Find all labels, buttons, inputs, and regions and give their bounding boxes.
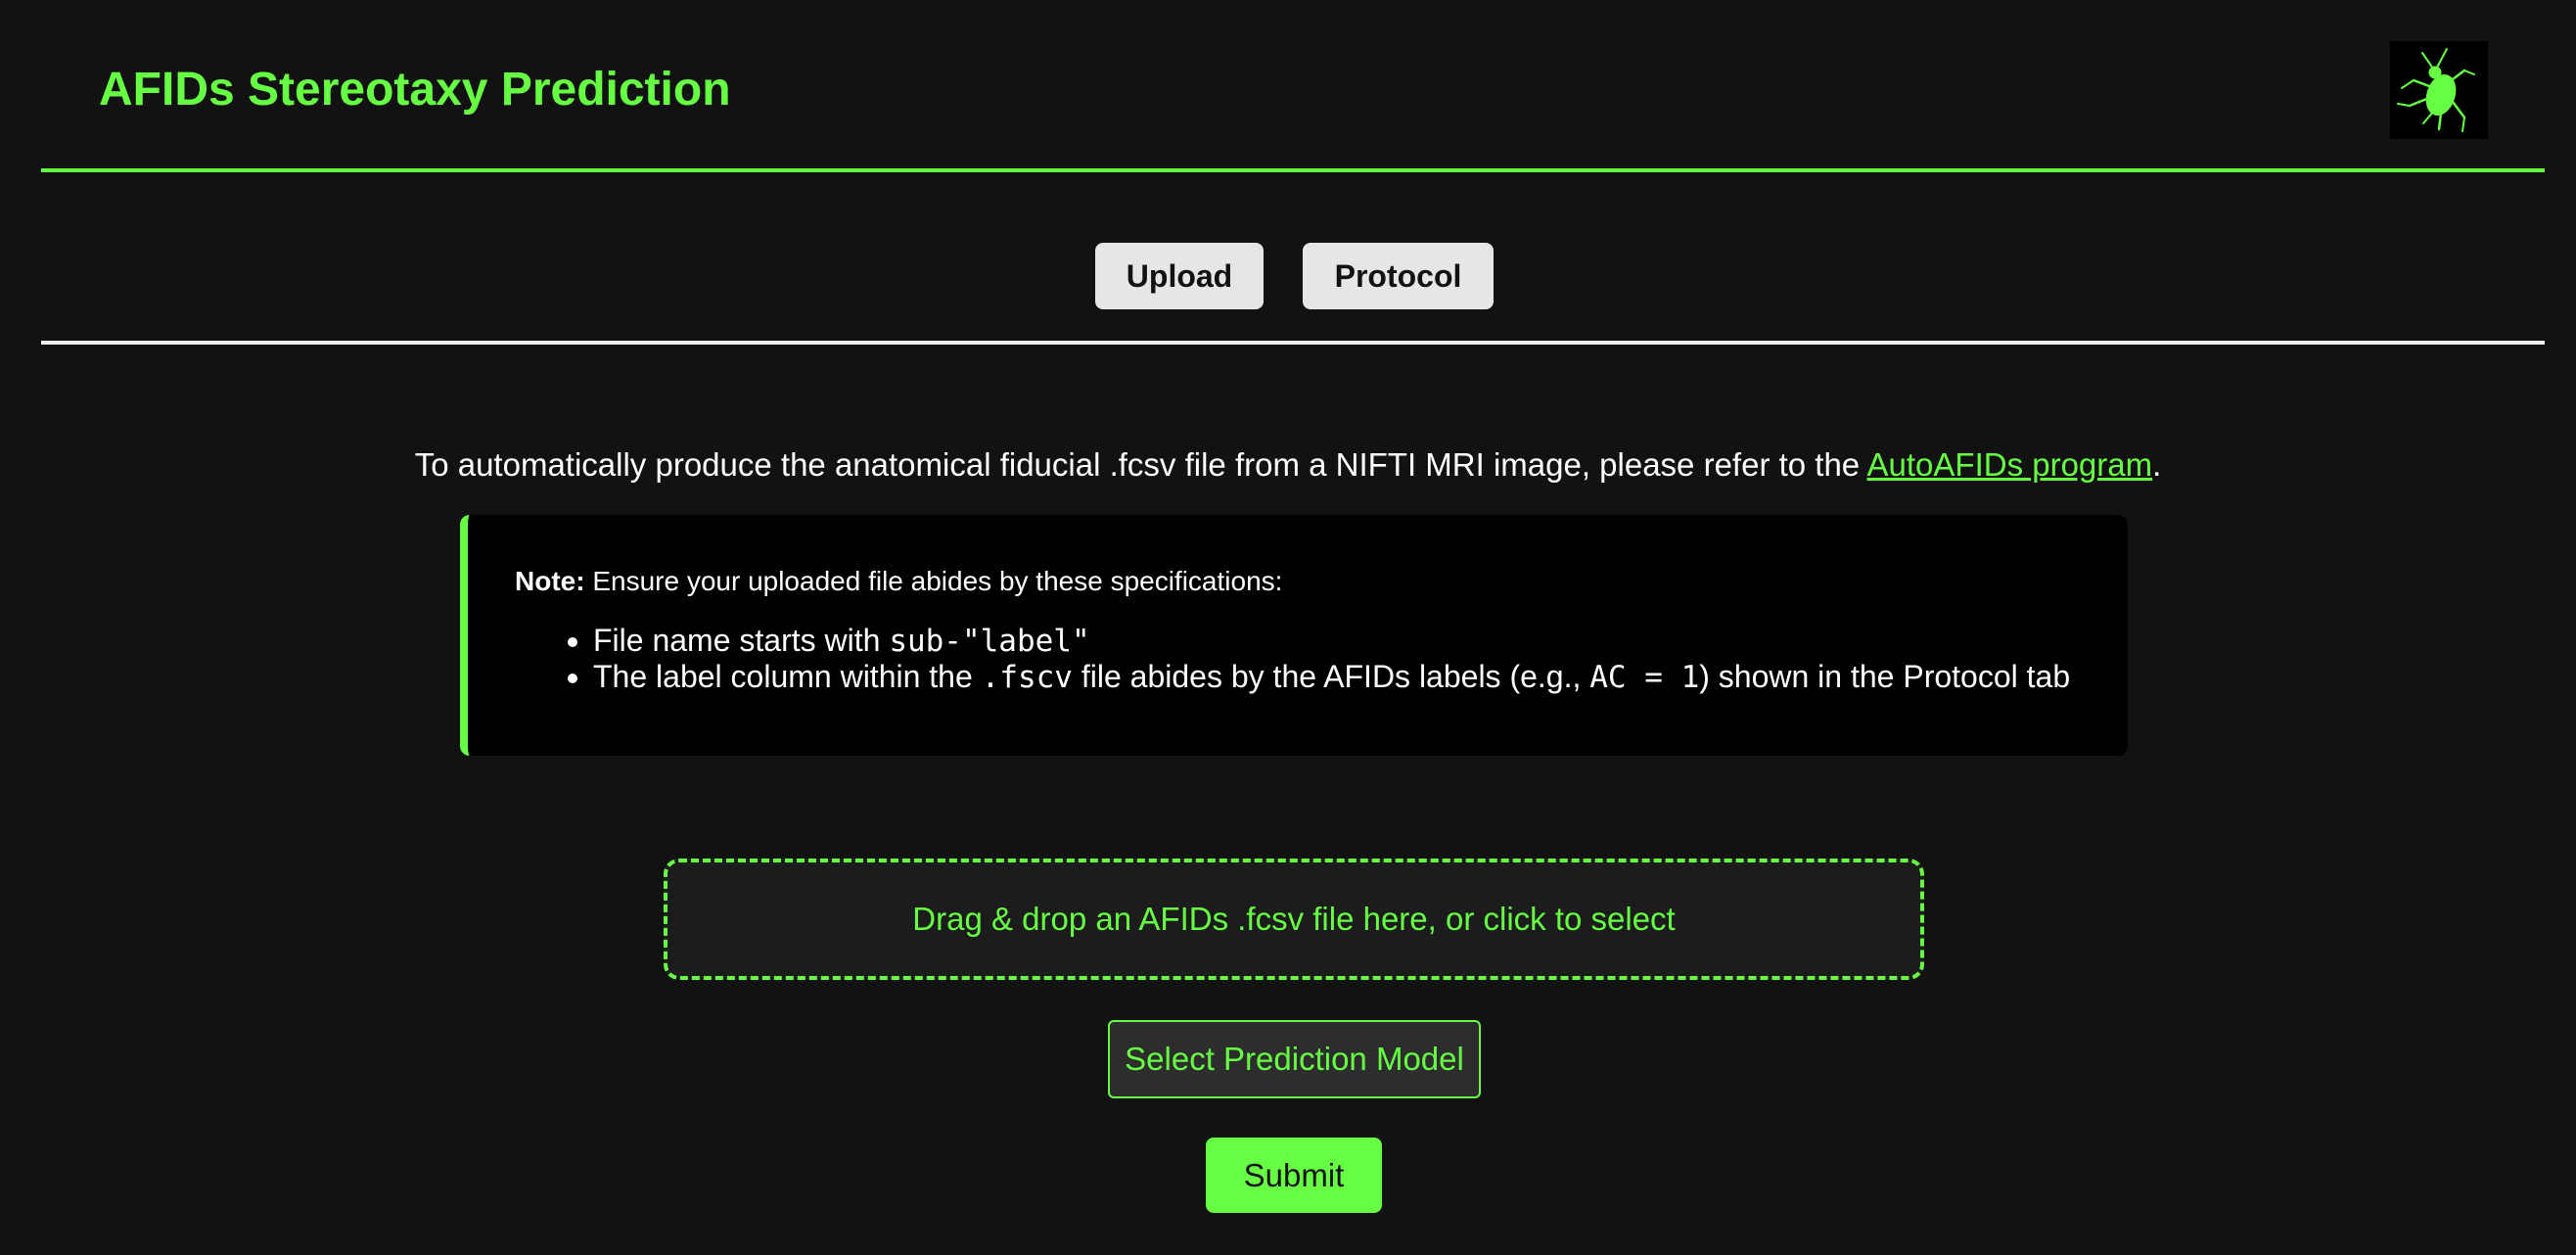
model-select-dropdown[interactable]: Select Prediction Model	[1108, 1020, 1481, 1098]
autoafids-link[interactable]: AutoAFIDs program	[1867, 446, 2153, 483]
spec-code: .fscv	[981, 660, 1073, 695]
tab-protocol[interactable]: Protocol	[1303, 243, 1494, 309]
insect-logo-icon	[2390, 41, 2488, 139]
note-heading: Note: Ensure your uploaded file abides b…	[515, 564, 1282, 599]
note-label: Note:	[515, 566, 585, 596]
spec-code: sub-"label"	[889, 624, 1090, 659]
spec-text: file abides by the AFIDs labels (e.g.,	[1072, 659, 1590, 694]
spec-code: AC = 1	[1589, 660, 1700, 695]
page-title: AFIDs Stereotaxy Prediction	[99, 64, 731, 116]
file-dropzone[interactable]: Drag & drop an AFIDs .fcsv file here, or…	[664, 859, 1924, 980]
app-page: AFIDs Stereotaxy Prediction Upload Proto…	[0, 0, 2576, 1255]
spec-text: ) shown in the Protocol tab	[1699, 659, 2071, 694]
spec-text: The label column within the	[593, 659, 982, 694]
intro-suffix: .	[2152, 446, 2162, 483]
tab-bar: Upload Protocol	[41, 172, 2545, 345]
intro-text: To automatically produce the anatomical …	[0, 444, 2576, 486]
dropzone-label: Drag & drop an AFIDs .fcsv file here, or…	[912, 901, 1676, 937]
note-text: Ensure your uploaded file abides by thes…	[584, 566, 1283, 596]
model-select-label: Select Prediction Model	[1125, 1041, 1464, 1077]
spec-text: File name starts with	[593, 623, 890, 658]
list-item: File name starts with sub-"label"	[593, 623, 2070, 659]
submit-button[interactable]: Submit	[1206, 1138, 1382, 1213]
tab-upload[interactable]: Upload	[1095, 243, 1264, 309]
specification-note: Note: Ensure your uploaded file abides b…	[460, 515, 2128, 756]
specification-list: File name starts with sub-"label" The la…	[523, 623, 2070, 695]
intro-sentence: To automatically produce the anatomical …	[414, 446, 1867, 483]
list-item: The label column within the .fscv file a…	[593, 659, 2070, 695]
app-header: AFIDs Stereotaxy Prediction	[41, 0, 2545, 172]
